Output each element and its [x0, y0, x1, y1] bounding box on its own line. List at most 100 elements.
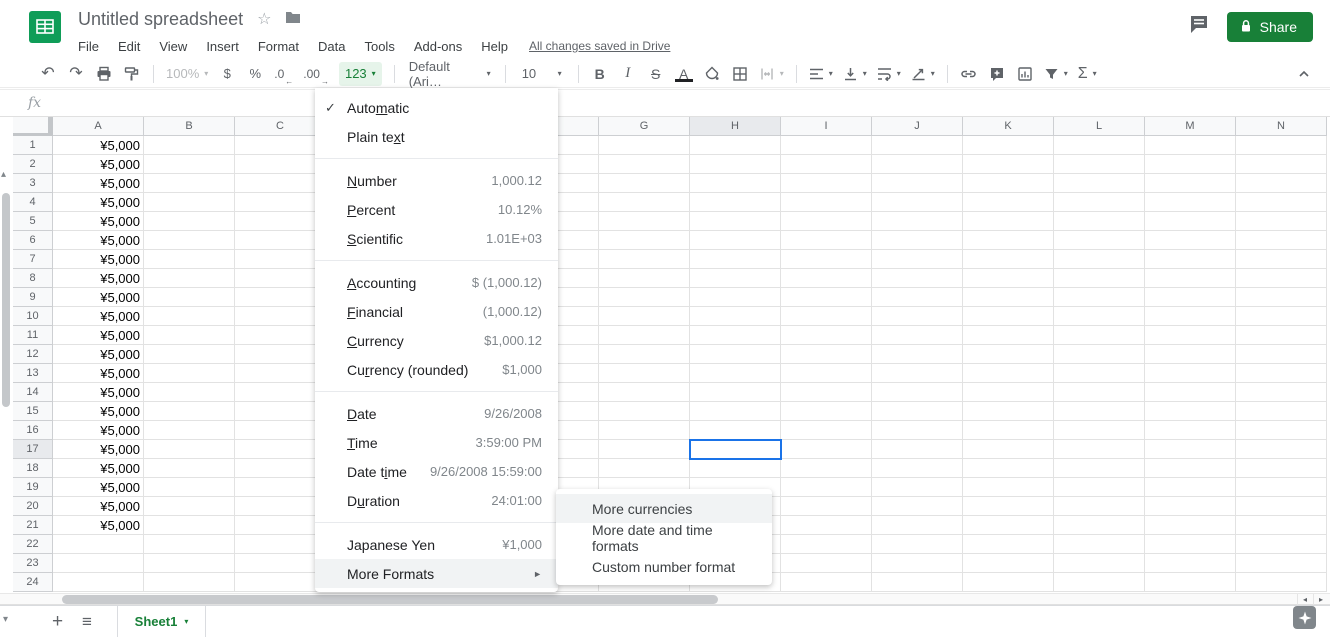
zoom-select[interactable]: 100% ▾ — [166, 62, 208, 86]
cell-c16[interactable] — [235, 421, 326, 440]
scroll-up-arrow-icon[interactable]: ▴ — [1, 169, 6, 180]
cell-i5[interactable] — [781, 212, 872, 231]
cell-h13[interactable] — [690, 364, 781, 383]
cell-m23[interactable] — [1145, 554, 1236, 573]
row-header-11[interactable]: 11 — [13, 326, 53, 345]
cell-c23[interactable] — [235, 554, 326, 573]
cell-h3[interactable] — [690, 174, 781, 193]
column-header-b[interactable]: B — [144, 117, 235, 136]
cell-a15[interactable]: ¥5,000 — [53, 402, 144, 421]
cell-g17[interactable] — [599, 440, 690, 459]
cell-b1[interactable] — [144, 136, 235, 155]
cell-h12[interactable] — [690, 345, 781, 364]
cell-k24[interactable] — [963, 573, 1054, 592]
cell-i8[interactable] — [781, 269, 872, 288]
cell-i6[interactable] — [781, 231, 872, 250]
menu-format[interactable]: Format — [252, 36, 305, 57]
cell-a4[interactable]: ¥5,000 — [53, 193, 144, 212]
cell-a1[interactable]: ¥5,000 — [53, 136, 144, 155]
cell-l24[interactable] — [1054, 573, 1145, 592]
cell-a17[interactable]: ¥5,000 — [53, 440, 144, 459]
cell-m7[interactable] — [1145, 250, 1236, 269]
scroll-left-arrow-icon[interactable]: ◂ — [1297, 594, 1312, 605]
cell-k17[interactable] — [963, 440, 1054, 459]
scroll-right-arrow-icon[interactable]: ▸ — [1313, 594, 1328, 605]
italic-button[interactable]: I — [619, 62, 637, 86]
cell-l10[interactable] — [1054, 307, 1145, 326]
cell-h15[interactable] — [690, 402, 781, 421]
vertical-scrollbar-thumb[interactable] — [2, 193, 10, 407]
format-menu-item-financial[interactable]: Financial (1,000.12) — [315, 297, 558, 326]
cell-k18[interactable] — [963, 459, 1054, 478]
cell-b20[interactable] — [144, 497, 235, 516]
cell-j5[interactable] — [872, 212, 963, 231]
cell-j17[interactable] — [872, 440, 963, 459]
cell-c7[interactable] — [235, 250, 326, 269]
row-header-3[interactable]: 3 — [13, 174, 53, 193]
cell-h14[interactable] — [690, 383, 781, 402]
cell-c21[interactable] — [235, 516, 326, 535]
cell-g14[interactable] — [599, 383, 690, 402]
row-header-6[interactable]: 6 — [13, 231, 53, 250]
text-color-button[interactable]: A — [674, 65, 693, 82]
formula-bar[interactable]: fx — [0, 89, 1330, 117]
column-header-i[interactable]: I — [781, 117, 872, 136]
cell-i24[interactable] — [781, 573, 872, 592]
row-header-20[interactable]: 20 — [13, 497, 53, 516]
cell-j6[interactable] — [872, 231, 963, 250]
cell-n15[interactable] — [1236, 402, 1327, 421]
cell-m19[interactable] — [1145, 478, 1236, 497]
cell-k11[interactable] — [963, 326, 1054, 345]
menu-add-ons[interactable]: Add-ons — [408, 36, 468, 57]
cell-m13[interactable] — [1145, 364, 1236, 383]
cell-a20[interactable]: ¥5,000 — [53, 497, 144, 516]
cell-k7[interactable] — [963, 250, 1054, 269]
menu-tools[interactable]: Tools — [358, 36, 400, 57]
cell-n8[interactable] — [1236, 269, 1327, 288]
cell-c9[interactable] — [235, 288, 326, 307]
row-header-13[interactable]: 13 — [13, 364, 53, 383]
cell-m1[interactable] — [1145, 136, 1236, 155]
cell-i4[interactable] — [781, 193, 872, 212]
row-header-2[interactable]: 2 — [13, 155, 53, 174]
cell-j3[interactable] — [872, 174, 963, 193]
cell-c3[interactable] — [235, 174, 326, 193]
scroll-down-arrow-icon[interactable]: ▾ — [3, 614, 8, 625]
cell-h4[interactable] — [690, 193, 781, 212]
cell-i1[interactable] — [781, 136, 872, 155]
cell-j16[interactable] — [872, 421, 963, 440]
cell-n2[interactable] — [1236, 155, 1327, 174]
cell-l1[interactable] — [1054, 136, 1145, 155]
cell-k6[interactable] — [963, 231, 1054, 250]
submenu-item-more-currencies[interactable]: More currencies — [556, 494, 772, 523]
cell-b14[interactable] — [144, 383, 235, 402]
cell-a3[interactable]: ¥5,000 — [53, 174, 144, 193]
cell-h1[interactable] — [690, 136, 781, 155]
cell-l14[interactable] — [1054, 383, 1145, 402]
cell-k16[interactable] — [963, 421, 1054, 440]
star-icon[interactable]: ☆ — [257, 9, 271, 29]
format-menu-item-japanese-yen[interactable]: Japanese Yen ¥1,000 — [315, 530, 558, 559]
cell-m3[interactable] — [1145, 174, 1236, 193]
cell-a24[interactable] — [53, 573, 144, 592]
cell-n7[interactable] — [1236, 250, 1327, 269]
cell-a7[interactable]: ¥5,000 — [53, 250, 144, 269]
cell-a14[interactable]: ¥5,000 — [53, 383, 144, 402]
cell-l17[interactable] — [1054, 440, 1145, 459]
cell-g13[interactable] — [599, 364, 690, 383]
cell-j11[interactable] — [872, 326, 963, 345]
cell-n14[interactable] — [1236, 383, 1327, 402]
cell-g15[interactable] — [599, 402, 690, 421]
row-header-15[interactable]: 15 — [13, 402, 53, 421]
row-header-5[interactable]: 5 — [13, 212, 53, 231]
cell-b15[interactable] — [144, 402, 235, 421]
cell-l23[interactable] — [1054, 554, 1145, 573]
cell-k12[interactable] — [963, 345, 1054, 364]
cell-g10[interactable] — [599, 307, 690, 326]
cell-h11[interactable] — [690, 326, 781, 345]
cell-m11[interactable] — [1145, 326, 1236, 345]
cell-g4[interactable] — [599, 193, 690, 212]
cell-h2[interactable] — [690, 155, 781, 174]
horizontal-align-button[interactable]: ▾ — [809, 62, 833, 86]
cell-k14[interactable] — [963, 383, 1054, 402]
